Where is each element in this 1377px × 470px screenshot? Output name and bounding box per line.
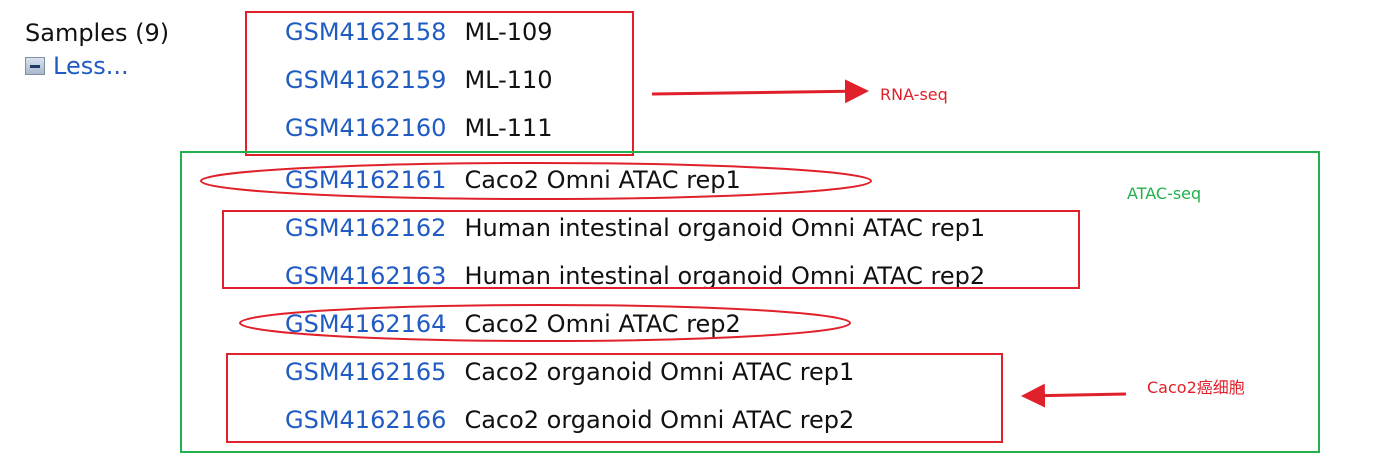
sample-title: Human intestinal organoid Omni ATAC rep2 bbox=[464, 262, 986, 290]
atac-seq-annotation-label: ATAC-seq bbox=[1127, 184, 1202, 203]
sample-accession-link[interactable]: GSM4162160 bbox=[285, 112, 446, 144]
sample-title: Caco2 organoid Omni ATAC rep1 bbox=[464, 358, 855, 386]
sample-accession-link[interactable]: GSM4162158 bbox=[285, 16, 446, 48]
samples-count-label: Samples (9) bbox=[25, 19, 170, 47]
sample-title: Caco2 Omni ATAC rep1 bbox=[464, 166, 741, 194]
sample-title: Caco2 organoid Omni ATAC rep2 bbox=[464, 406, 855, 434]
caco2-arrow bbox=[1021, 383, 1127, 408]
sample-accession-link[interactable]: GSM4162164 bbox=[285, 308, 446, 340]
sample-title: ML-111 bbox=[464, 114, 553, 142]
less-toggle[interactable]: Less... bbox=[25, 50, 129, 82]
sample-row: GSM4162163 Human intestinal organoid Omn… bbox=[285, 260, 985, 292]
sample-row: GSM4162164 Caco2 Omni ATAC rep2 bbox=[285, 308, 741, 340]
sample-accession-link[interactable]: GSM4162163 bbox=[285, 260, 446, 292]
sample-accession-link[interactable]: GSM4162161 bbox=[285, 164, 446, 196]
sample-row: GSM4162158 ML-109 bbox=[285, 16, 553, 48]
sample-accession-link[interactable]: GSM4162166 bbox=[285, 404, 446, 436]
less-link[interactable]: Less... bbox=[53, 50, 129, 82]
sample-title: Human intestinal organoid Omni ATAC rep1 bbox=[464, 214, 986, 242]
collapse-minus-icon[interactable] bbox=[25, 57, 45, 75]
sample-row: GSM4162166 Caco2 organoid Omni ATAC rep2 bbox=[285, 404, 854, 436]
sample-row: GSM4162161 Caco2 Omni ATAC rep1 bbox=[285, 164, 741, 196]
rna-seq-arrow bbox=[651, 79, 869, 104]
sample-title: Caco2 Omni ATAC rep2 bbox=[464, 310, 741, 338]
caco2-annotation-label: Caco2癌细胞 bbox=[1147, 378, 1245, 397]
sample-accession-link[interactable]: GSM4162162 bbox=[285, 212, 446, 244]
sample-title: ML-110 bbox=[464, 66, 553, 94]
sample-accession-link[interactable]: GSM4162165 bbox=[285, 356, 446, 388]
rna-seq-annotation-label: RNA-seq bbox=[880, 85, 948, 104]
sample-row: GSM4162165 Caco2 organoid Omni ATAC rep1 bbox=[285, 356, 854, 388]
sample-row: GSM4162160 ML-111 bbox=[285, 112, 553, 144]
sample-title: ML-109 bbox=[464, 18, 553, 46]
sample-row: GSM4162159 ML-110 bbox=[285, 64, 553, 96]
sample-row: GSM4162162 Human intestinal organoid Omn… bbox=[285, 212, 985, 244]
sample-accession-link[interactable]: GSM4162159 bbox=[285, 64, 446, 96]
